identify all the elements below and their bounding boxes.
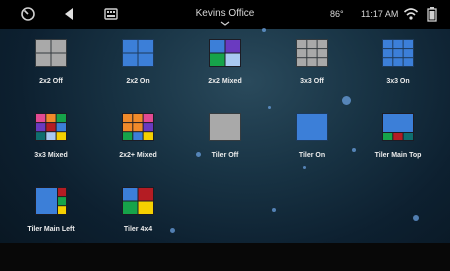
layout-2x2-off-icon bbox=[35, 39, 67, 67]
preset-label: Tiler 4x4 bbox=[123, 226, 153, 233]
preset-3x3-off[interactable]: 3x3 Off bbox=[272, 39, 352, 94]
layout-3x3-mixed-icon bbox=[35, 113, 67, 141]
layout-3x3-on-icon bbox=[382, 39, 414, 67]
preset-2x2-off[interactable]: 2x2 Off bbox=[11, 39, 91, 94]
layout-tiler-off-icon bbox=[209, 113, 241, 141]
preset-label: 2x2+ Mixed bbox=[119, 152, 157, 159]
preset-tiler-main-top[interactable]: Tiler Main Top bbox=[358, 113, 438, 168]
preset-tiler-main-left[interactable]: Tiler Main Left bbox=[11, 187, 91, 242]
background-bubble bbox=[272, 208, 276, 212]
preset-2x2-mixed[interactable]: 2x2 Mixed bbox=[185, 39, 265, 94]
preset-label: 3x3 Off bbox=[300, 78, 324, 85]
preset-label: 2x2 Mixed bbox=[208, 78, 242, 85]
layout-tiler-on-icon bbox=[296, 113, 328, 141]
temperature: 86° bbox=[330, 9, 344, 19]
preset-label: 2x2 On bbox=[126, 78, 150, 85]
preset-tiler-4x4[interactable]: Tiler 4x4 bbox=[98, 187, 178, 242]
background-bubble bbox=[342, 96, 351, 105]
preset-2x2-on[interactable]: 2x2 On bbox=[98, 39, 178, 94]
preset-label: 3x3 Mixed bbox=[34, 152, 68, 159]
layout-tiler-4x4-icon bbox=[122, 187, 154, 215]
clock: 11:17 AM bbox=[361, 9, 399, 19]
wifi-icon bbox=[403, 8, 419, 20]
layout-2x2-mixed-icon bbox=[209, 39, 241, 67]
app-screen: Kevins Office 86° 11:17 AM 2x2 Off 2x2 O… bbox=[0, 0, 450, 271]
preset-3x3-on[interactable]: 3x3 On bbox=[358, 39, 438, 94]
layout-2x2-on-icon bbox=[122, 39, 154, 67]
bottom-bar bbox=[0, 243, 450, 271]
battery-icon bbox=[427, 7, 437, 22]
preset-tiler-off[interactable]: Tiler Off bbox=[185, 113, 265, 168]
preset-label: 2x2 Off bbox=[39, 78, 63, 85]
status-bar: Kevins Office 86° 11:17 AM bbox=[0, 0, 450, 29]
preset-label: Tiler Off bbox=[211, 152, 239, 159]
layout-3x3-off-icon bbox=[296, 39, 328, 67]
preset-label: 3x3 On bbox=[386, 78, 410, 85]
background-bubble bbox=[413, 215, 419, 221]
background-bubble bbox=[268, 106, 271, 109]
background-bubble bbox=[262, 28, 266, 32]
preset-2x2-plus-mixed[interactable]: 2x2+ Mixed bbox=[98, 113, 178, 168]
preset-tiler-on[interactable]: Tiler On bbox=[272, 113, 352, 168]
layout-tiler-main-top-icon bbox=[382, 113, 414, 141]
preset-label: Tiler Main Left bbox=[27, 226, 75, 233]
preset-label: Tiler Main Top bbox=[374, 152, 422, 159]
preset-label: Tiler On bbox=[298, 152, 326, 159]
layout-2x2-plus-mixed-icon bbox=[122, 113, 154, 141]
layout-tiler-main-left-icon bbox=[35, 187, 67, 215]
chevron-down-icon[interactable] bbox=[220, 21, 230, 26]
preset-3x3-mixed[interactable]: 3x3 Mixed bbox=[11, 113, 91, 168]
